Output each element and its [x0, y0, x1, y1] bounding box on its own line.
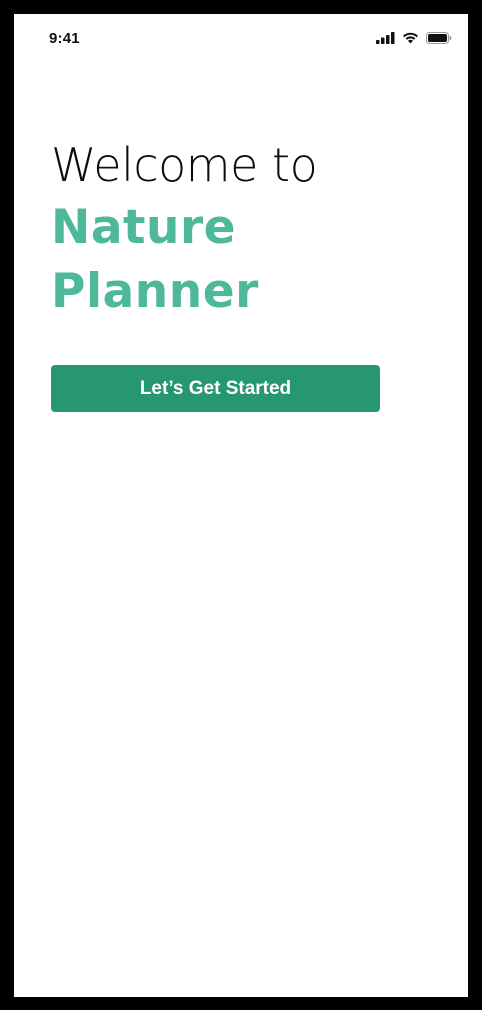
get-started-button[interactable]: Let’s Get Started [51, 365, 380, 412]
status-time: 9:41 [49, 30, 80, 47]
app-name-line2: Planner [51, 264, 259, 319]
status-icons [376, 31, 452, 45]
status-bar: 9:41 [14, 14, 468, 64]
welcome-title: Welcome to Nature Planner [51, 134, 318, 324]
welcome-heading: Welcome to [51, 138, 318, 192]
cellular-signal-icon [376, 32, 395, 44]
battery-icon [426, 32, 452, 44]
wifi-icon [402, 32, 419, 44]
app-screen: 9:41 Welcome to Nature Planner Let’s Get… [14, 14, 468, 997]
app-name-line1: Nature [51, 200, 237, 255]
